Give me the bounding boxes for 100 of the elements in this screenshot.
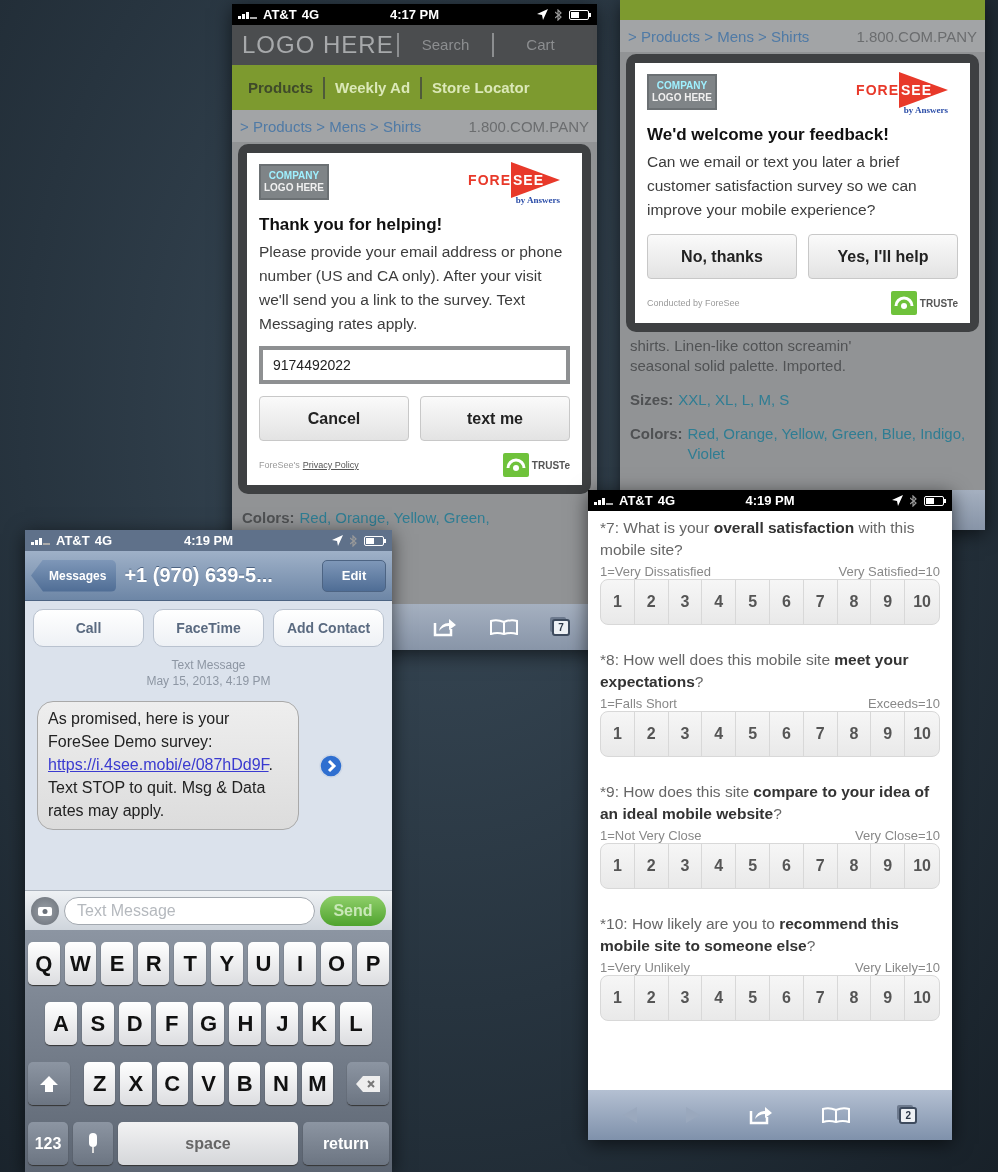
rating-option[interactable]: 9: [871, 844, 906, 888]
rating-option[interactable]: 5: [736, 580, 770, 624]
contact-input[interactable]: 9174492022: [259, 346, 570, 384]
accept-button[interactable]: Yes, I'll help: [808, 234, 958, 279]
delete-key[interactable]: [346, 1062, 389, 1105]
letter-key[interactable]: I: [284, 942, 316, 985]
rating-option[interactable]: 9: [871, 976, 906, 1020]
rating-option[interactable]: 10: [905, 844, 939, 888]
letter-key[interactable]: E: [101, 942, 133, 985]
letter-key[interactable]: M: [301, 1062, 333, 1105]
rating-option[interactable]: 2: [634, 976, 669, 1020]
book-icon[interactable]: [822, 1107, 851, 1123]
rating-option[interactable]: 10: [905, 580, 939, 624]
contact-action-button[interactable]: FaceTime: [153, 609, 264, 647]
letter-key[interactable]: F: [155, 1002, 188, 1045]
shift-key[interactable]: [28, 1062, 70, 1105]
rating-option[interactable]: 1: [601, 580, 635, 624]
rating-option[interactable]: 8: [837, 976, 872, 1020]
numbers-key[interactable]: 123: [28, 1122, 68, 1165]
rating-option[interactable]: 1: [601, 976, 635, 1020]
question-text: *7: What is your overall satisfaction with this mobile site?: [600, 518, 916, 560]
scale-low-label: 1=Falls Short: [600, 696, 677, 711]
rating-option[interactable]: 4: [702, 976, 737, 1020]
rating-option[interactable]: 6: [770, 580, 804, 624]
rating-option[interactable]: 4: [702, 580, 737, 624]
space-key[interactable]: space: [118, 1122, 298, 1165]
edit-button[interactable]: Edit: [322, 559, 386, 592]
rating-option[interactable]: 4: [702, 712, 737, 756]
book-icon[interactable]: [490, 619, 519, 635]
contact-action-button[interactable]: Call: [33, 609, 144, 647]
letter-key[interactable]: L: [340, 1002, 372, 1045]
microphone-key[interactable]: [73, 1122, 113, 1165]
rating-option[interactable]: 10: [905, 712, 939, 756]
rating-option[interactable]: 7: [803, 712, 838, 756]
rating-option[interactable]: 3: [668, 976, 703, 1020]
decline-button[interactable]: Cancel: [259, 396, 409, 441]
contact-action-button[interactable]: Add Contact: [273, 609, 384, 647]
rating-option[interactable]: 2: [634, 712, 669, 756]
share-icon[interactable]: [748, 1105, 773, 1125]
rating-option[interactable]: 10: [905, 976, 939, 1020]
letter-key[interactable]: J: [266, 1002, 299, 1045]
rating-option[interactable]: 8: [837, 580, 872, 624]
rating-option[interactable]: 7: [803, 580, 838, 624]
return-key[interactable]: return: [303, 1122, 389, 1165]
rating-option[interactable]: 7: [803, 844, 838, 888]
letter-key[interactable]: Q: [28, 942, 60, 985]
accept-button[interactable]: text me: [420, 396, 570, 441]
letter-key[interactable]: T: [174, 942, 206, 985]
letter-key[interactable]: D: [118, 1002, 151, 1045]
rating-option[interactable]: 8: [837, 844, 872, 888]
tabs-button[interactable]: 7: [552, 618, 571, 636]
letter-key[interactable]: N: [265, 1062, 297, 1105]
letter-key[interactable]: V: [192, 1062, 225, 1105]
letter-key[interactable]: W: [64, 942, 97, 985]
message-field[interactable]: Text Message: [64, 896, 315, 925]
share-icon[interactable]: [432, 617, 457, 637]
rating-option[interactable]: 6: [770, 712, 804, 756]
seal-icon: [890, 291, 917, 315]
letter-key[interactable]: H: [229, 1002, 262, 1045]
rating-option[interactable]: 4: [702, 844, 737, 888]
rating-option[interactable]: 3: [668, 580, 703, 624]
seal-label: TRUSTe: [919, 297, 958, 309]
back-button[interactable]: Messages: [31, 559, 117, 592]
question-text: *10: How likely are you to recommend this mobile site to someone else?: [600, 914, 900, 956]
letter-key[interactable]: O: [320, 942, 353, 985]
privacy-link[interactable]: Privacy Policy: [302, 460, 359, 470]
rating-option[interactable]: 8: [837, 712, 872, 756]
rating-option[interactable]: 5: [736, 844, 770, 888]
tabs-button[interactable]: 2: [899, 1106, 918, 1124]
letter-key[interactable]: Z: [84, 1062, 116, 1105]
letter-key[interactable]: Y: [210, 942, 243, 985]
letter-key[interactable]: S: [81, 1002, 114, 1045]
rating-option[interactable]: 7: [803, 976, 838, 1020]
decline-button[interactable]: No, thanks: [647, 234, 797, 279]
rating-option[interactable]: 2: [634, 580, 669, 624]
rating-option[interactable]: 9: [871, 712, 906, 756]
letter-key[interactable]: C: [156, 1062, 188, 1105]
letter-key[interactable]: P: [357, 942, 389, 985]
thread-label: Text Message: [171, 657, 246, 673]
survey-link[interactable]: https://i.4see.mobi/e/087hDd9F: [48, 756, 269, 773]
camera-button[interactable]: [31, 896, 59, 925]
rating-option[interactable]: 1: [601, 712, 635, 756]
rating-option[interactable]: 5: [736, 976, 770, 1020]
letter-key[interactable]: X: [120, 1062, 152, 1105]
letter-key[interactable]: G: [192, 1002, 225, 1045]
battery-icon: [364, 535, 386, 546]
rating-option[interactable]: 3: [668, 844, 703, 888]
rating-option[interactable]: 9: [871, 580, 906, 624]
rating-option[interactable]: 6: [770, 976, 804, 1020]
letter-key[interactable]: K: [303, 1002, 336, 1045]
letter-key[interactable]: B: [229, 1062, 261, 1105]
rating-option[interactable]: 3: [668, 712, 703, 756]
rating-option[interactable]: 5: [736, 712, 770, 756]
rating-option[interactable]: 2: [634, 844, 669, 888]
letter-key[interactable]: U: [247, 942, 280, 985]
chevron-circle-icon[interactable]: [319, 753, 343, 778]
rating-option[interactable]: 1: [601, 844, 635, 888]
letter-key[interactable]: A: [45, 1002, 77, 1045]
rating-option[interactable]: 6: [770, 844, 804, 888]
letter-key[interactable]: R: [137, 942, 170, 985]
